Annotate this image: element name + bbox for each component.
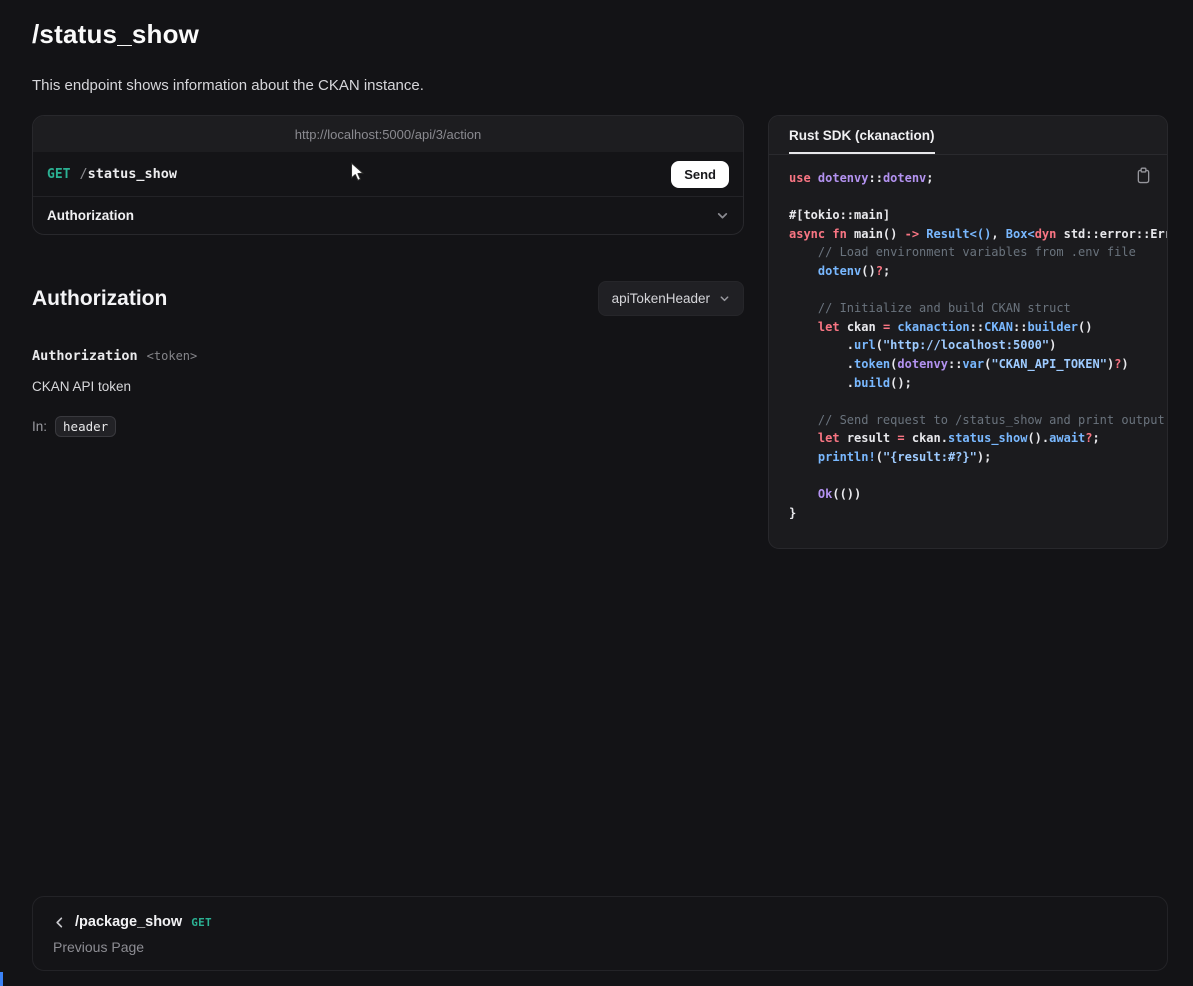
page-title: /status_show <box>32 19 1168 50</box>
tab-rust-sdk[interactable]: Rust SDK (ckanaction) <box>789 116 935 154</box>
chevron-down-icon <box>716 209 729 222</box>
code-block: use dotenvy::dotenv;#[tokio::main]async … <box>789 169 1147 522</box>
authorization-section-header: Authorization apiTokenHeader <box>32 281 744 316</box>
main-content: /status_show This endpoint shows informa… <box>0 0 1193 896</box>
auth-param-description: CKAN API token <box>32 379 744 394</box>
auth-in-row: In: header <box>32 416 744 437</box>
two-column-layout: http://localhost:5000/api/3/action GET /… <box>32 115 1168 549</box>
previous-page-card[interactable]: /package_show GET Previous Page <box>32 896 1168 971</box>
previous-page-method: GET <box>191 916 212 929</box>
path-name: status_show <box>88 166 177 182</box>
chevron-left-icon <box>53 916 66 929</box>
in-label: In: <box>32 419 47 434</box>
auth-collapsible-row[interactable]: Authorization <box>33 197 743 234</box>
clipboard-icon <box>1136 167 1151 184</box>
sdk-code-panel: Rust SDK (ckanaction) use dotenvy::doten… <box>768 115 1168 549</box>
http-method-label: GET <box>47 167 70 182</box>
in-value-chip: header <box>55 416 116 437</box>
sdk-panel-header: Rust SDK (ckanaction) <box>769 116 1167 155</box>
endpoint-path: /status_show <box>79 166 177 182</box>
base-url-bar[interactable]: http://localhost:5000/api/3/action <box>33 116 743 152</box>
sdk-code-body: use dotenvy::dotenv;#[tokio::main]async … <box>769 155 1167 548</box>
send-button[interactable]: Send <box>671 161 729 188</box>
auth-param-row: Authorization <token> <box>32 348 744 364</box>
authorization-heading: Authorization <box>32 287 167 311</box>
footer: /package_show GET Previous Page <box>0 896 1193 986</box>
request-panel: http://localhost:5000/api/3/action GET /… <box>32 115 744 235</box>
auth-param-type: <token> <box>147 349 198 363</box>
auth-scheme-dropdown[interactable]: apiTokenHeader <box>598 281 744 316</box>
chevron-down-icon <box>719 293 730 304</box>
previous-page-label: Previous Page <box>53 939 1147 955</box>
left-column: http://localhost:5000/api/3/action GET /… <box>32 115 744 437</box>
auth-row-label: Authorization <box>47 208 134 223</box>
scroll-indicator <box>0 972 3 986</box>
page-description: This endpoint shows information about th… <box>32 77 1168 94</box>
copy-code-button[interactable] <box>1134 165 1153 186</box>
request-row: GET /status_show Send <box>33 152 743 196</box>
auth-scheme-selected: apiTokenHeader <box>612 291 710 306</box>
auth-param-name: Authorization <box>32 348 138 364</box>
right-column: Rust SDK (ckanaction) use dotenvy::doten… <box>768 115 1168 549</box>
path-slash: / <box>79 166 87 182</box>
previous-page-title-row: /package_show GET <box>53 914 1147 930</box>
previous-page-endpoint: /package_show <box>75 914 182 930</box>
